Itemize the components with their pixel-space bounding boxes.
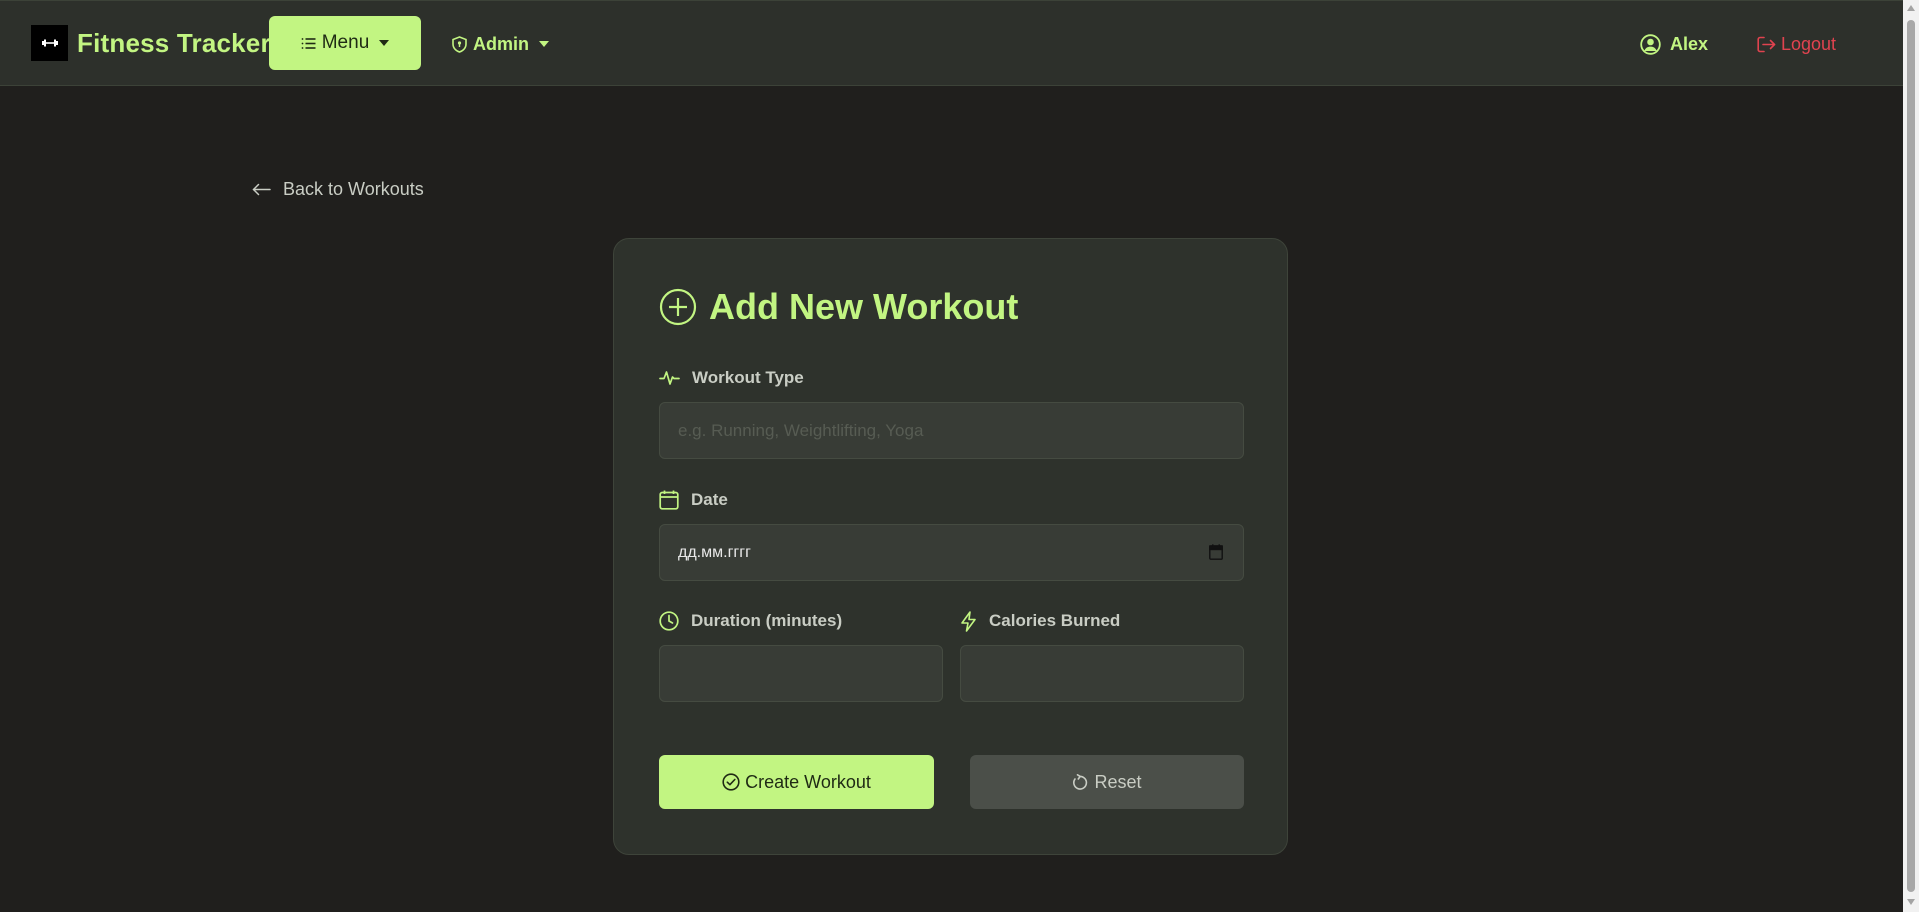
workout-type-label: Workout Type: [659, 367, 804, 389]
page-scrollbar[interactable]: [1903, 0, 1919, 912]
clock-icon: [659, 611, 679, 631]
shield-icon: [452, 35, 467, 53]
brand-name: Fitness Tracker: [77, 27, 271, 58]
list-icon: [301, 37, 316, 50]
date-label: Date: [659, 489, 728, 511]
dumbbell-icon: [31, 25, 68, 61]
logout-link[interactable]: Logout: [1757, 29, 1836, 59]
date-value: дд.мм.гггг: [678, 543, 751, 561]
chevron-down-icon: [539, 41, 549, 47]
back-to-workouts-link[interactable]: Back to Workouts: [252, 176, 424, 202]
scroll-down-arrow-icon[interactable]: [1907, 899, 1915, 905]
logout-label: Logout: [1781, 33, 1837, 54]
calories-input[interactable]: [960, 645, 1244, 702]
rotate-ccw-icon: [1072, 773, 1088, 791]
workout-type-field[interactable]: [678, 403, 1243, 458]
workout-type-input[interactable]: [659, 402, 1244, 459]
create-workout-label: Create Workout: [745, 771, 871, 792]
calendar-picker-icon[interactable]: [1209, 544, 1223, 560]
brand[interactable]: Fitness Tracker: [31, 25, 271, 61]
user-name: Alex: [1670, 33, 1709, 54]
user-profile-link[interactable]: Alex: [1640, 29, 1708, 59]
plus-circle-icon: [659, 288, 697, 326]
page-title-text: Add New Workout: [709, 286, 1019, 327]
calendar-icon: [659, 490, 679, 510]
back-link-label: Back to Workouts: [283, 178, 424, 199]
scrollbar-thumb[interactable]: [1907, 20, 1915, 892]
scroll-up-arrow-icon[interactable]: [1907, 5, 1915, 11]
page-title: Add New Workout: [659, 286, 1018, 328]
duration-input[interactable]: [659, 645, 943, 702]
logout-icon: [1757, 36, 1776, 53]
activity-icon: [659, 370, 680, 386]
admin-label: Admin: [473, 33, 529, 54]
lightning-icon: [960, 610, 977, 632]
check-circle-icon: [722, 773, 740, 791]
admin-dropdown[interactable]: Admin: [452, 29, 549, 59]
create-workout-button[interactable]: Create Workout: [659, 755, 934, 809]
menu-dropdown-button[interactable]: Menu: [269, 16, 421, 70]
top-navbar: Fitness Tracker Menu Admin Alex Logout: [0, 0, 1903, 86]
arrow-left-icon: [252, 183, 271, 196]
duration-field[interactable]: [678, 646, 942, 701]
reset-button[interactable]: Reset: [970, 755, 1244, 809]
reset-label: Reset: [1094, 771, 1142, 792]
chevron-down-icon: [379, 40, 390, 46]
menu-label: Menu: [321, 32, 370, 53]
calories-label: Calories Burned: [960, 610, 1120, 632]
add-workout-card: Add New Workout Workout Type Date дд.мм.…: [613, 238, 1288, 855]
duration-label: Duration (minutes): [659, 610, 842, 632]
user-circle-icon: [1640, 33, 1661, 55]
date-input[interactable]: дд.мм.гггг: [659, 524, 1244, 581]
calories-field[interactable]: [979, 646, 1243, 701]
